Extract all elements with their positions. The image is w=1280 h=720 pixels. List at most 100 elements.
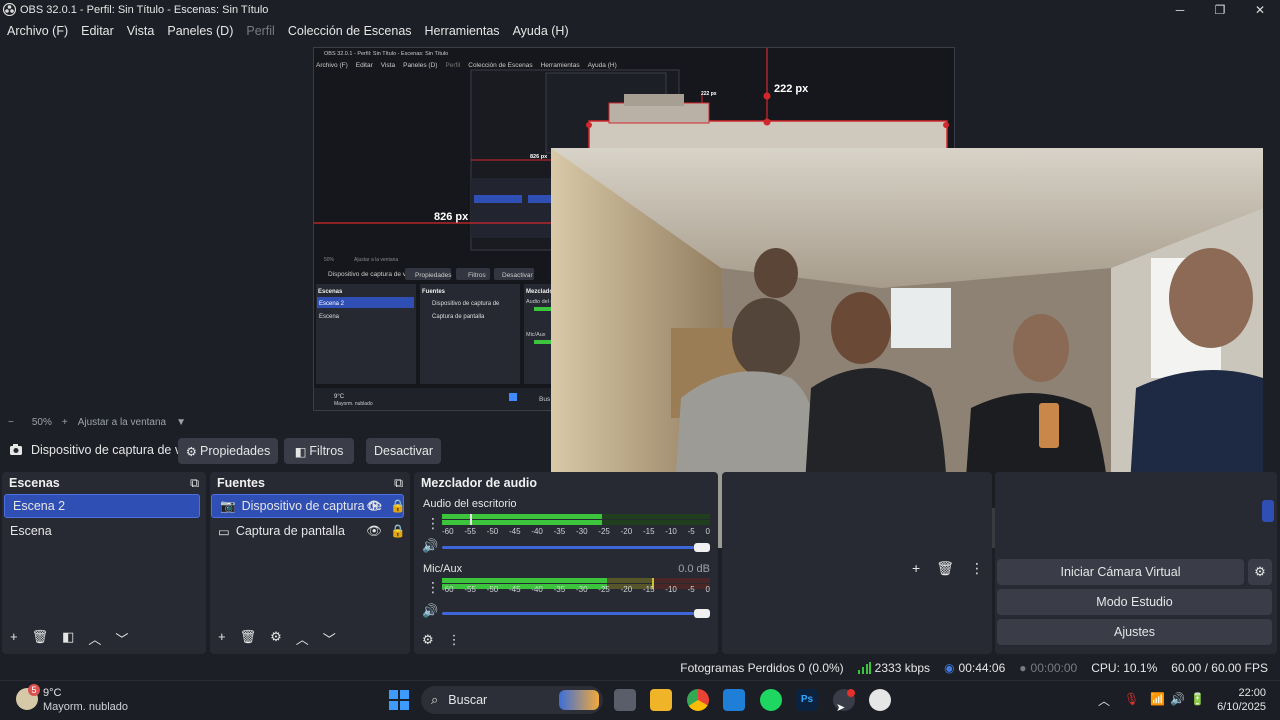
channel-mic-db: 0.0 dB	[678, 563, 710, 575]
undock-icon[interactable]: ⧉	[394, 476, 403, 491]
source-item-screen[interactable]: ▭ Captura de pantalla 👁 🔒	[210, 519, 410, 543]
battery-icon[interactable]: 🔋	[1190, 692, 1205, 706]
chevron-up-icon[interactable]: ︿	[1098, 692, 1110, 709]
sources-toolbar: + 🗑 ⚙ ︿ ﹀	[210, 629, 336, 648]
clock-time[interactable]: 22:00	[1230, 687, 1266, 699]
zoom-out-button[interactable]: −	[8, 417, 14, 428]
nested-props: Propiedades	[415, 272, 452, 279]
eye-icon[interactable]: 👁	[366, 499, 382, 514]
undock-icon[interactable]: ⧉	[190, 476, 199, 491]
audio-mixer-dock: Mezclador de audio Audio del escritorio …	[414, 472, 718, 654]
desktop-volume-knob[interactable]	[694, 543, 710, 552]
obs-icon[interactable]	[869, 689, 891, 711]
window-controls: ─ ❐ ✕	[1160, 0, 1280, 20]
nested-px-label-left: 826 px	[434, 211, 469, 223]
close-button[interactable]: ✕	[1240, 0, 1280, 20]
maximize-button[interactable]: ❐	[1200, 0, 1240, 20]
clock-date[interactable]: 6/10/2025	[1210, 701, 1266, 713]
mic-volume-slider[interactable]	[442, 612, 708, 615]
menu-vista[interactable]: Vista	[127, 24, 155, 38]
chrome-icon[interactable]	[687, 689, 709, 711]
nested-source-1: Dispositivo de captura de	[432, 301, 500, 307]
nested-px-label-top: 222 px	[774, 83, 809, 95]
add-icon[interactable]: +	[218, 629, 226, 648]
properties-button[interactable]: ⚙ Propiedades	[178, 438, 278, 464]
nested-fit: Ajustar a la ventana	[354, 257, 398, 263]
add-icon[interactable]: +	[912, 560, 920, 577]
virtual-camera-settings-gear-icon[interactable]: ⚙	[1248, 559, 1272, 585]
task-view-icon[interactable]	[614, 689, 636, 711]
gear-icon[interactable]: ⚙	[270, 629, 282, 648]
mixer-toolbar: ⚙ ⋮	[414, 632, 461, 648]
menu-coleccion-escenas[interactable]: Colección de Escenas	[288, 24, 412, 38]
zoom-in-button[interactable]: +	[62, 417, 68, 428]
mic-volume-knob[interactable]	[694, 609, 710, 618]
filter-icon[interactable]: ◧	[62, 629, 74, 648]
photoshop-icon[interactable]: Ps	[796, 689, 818, 711]
zoom-level: 50%	[31, 416, 52, 428]
nested-scenes-header: Escenas	[318, 289, 343, 295]
nested-filters: Filtros	[468, 272, 486, 279]
deactivate-button[interactable]: Desactivar	[366, 438, 441, 464]
kebab-icon[interactable]: ⋮	[426, 579, 440, 596]
menu-ayuda[interactable]: Ayuda (H)	[513, 24, 569, 38]
fit-window-select[interactable]: Ajustar a la ventana	[78, 417, 166, 428]
spotify-icon[interactable]	[760, 689, 782, 711]
recording-dot-icon	[847, 689, 855, 697]
file-explorer-icon[interactable]	[650, 689, 672, 711]
lock-icon[interactable]: 🔒	[390, 499, 406, 514]
trash-icon[interactable]: 🗑	[32, 629, 49, 648]
notification-badge: 5	[28, 684, 40, 696]
menu-perfil[interactable]: Perfil	[246, 24, 274, 38]
menu-bar: Archivo (F) Editar Vista Paneles (D) Per…	[0, 20, 1280, 42]
filter-icon: ◧	[294, 444, 307, 459]
kebab-icon[interactable]: ⋮	[426, 515, 440, 532]
kebab-icon[interactable]: ⋮	[448, 632, 461, 648]
eye-icon[interactable]: 👁	[366, 524, 382, 539]
gear-icon: ⚙	[185, 444, 197, 459]
chevron-down-icon[interactable]: ﹀	[115, 629, 128, 648]
windows-start-icon[interactable]	[389, 690, 409, 710]
minimize-button[interactable]: ─	[1160, 0, 1200, 20]
nested-mixer-2: Mic/Aux	[526, 332, 546, 338]
microphone-icon[interactable]: 🎙	[1124, 692, 1139, 706]
advanced-audio-gear-icon[interactable]: ⚙	[422, 632, 434, 648]
nested-px-label-small-top: 222 px	[701, 91, 717, 97]
dropped-frames: Fotogramas Perdidos 0 (0.0%)	[680, 661, 844, 675]
scene-item-escena-2[interactable]: Escena 2	[4, 494, 200, 518]
menu-editar[interactable]: Editar	[81, 24, 114, 38]
chevron-up-icon[interactable]: ︿	[88, 629, 101, 648]
studio-mode-button[interactable]: Modo Estudio	[997, 589, 1272, 615]
lock-icon[interactable]: 🔒	[390, 524, 406, 539]
scene-item-escena[interactable]: Escena	[2, 519, 206, 543]
speaker-icon[interactable]: 🔊	[422, 603, 438, 619]
desktop-meter-ticks: -60 -55 -50 -45 -40 -35 -30 -25 -20 -15 -10 -5 0	[442, 527, 710, 536]
start-streaming-button-edge[interactable]	[1262, 500, 1274, 522]
nested-scene-1: Escena 2	[319, 301, 345, 307]
filters-button[interactable]: ◧ Filtros	[284, 438, 354, 464]
menu-herramientas[interactable]: Herramientas	[425, 24, 500, 38]
menu-archivo[interactable]: Archivo (F)	[7, 24, 68, 38]
nested-search: Bus	[539, 396, 551, 403]
trash-icon[interactable]: 🗑	[240, 629, 257, 648]
kebab-icon[interactable]: ⋮	[970, 560, 984, 577]
menu-paneles[interactable]: Paneles (D)	[167, 24, 233, 38]
taskbar-search[interactable]: ⌕ Buscar	[421, 686, 603, 714]
filters-label: Filtros	[309, 444, 344, 458]
vscode-icon[interactable]	[723, 689, 745, 711]
chevron-down-icon[interactable]: ﹀	[323, 629, 336, 648]
settings-button[interactable]: Ajustes	[997, 619, 1272, 645]
volume-icon[interactable]: 🔊	[1170, 692, 1185, 706]
chevron-down-icon[interactable]: ▼	[176, 417, 186, 428]
trash-icon[interactable]: 🗑	[936, 560, 954, 577]
taskbar	[0, 680, 1280, 720]
source-item-camera[interactable]: 📷 Dispositivo de captura de 👁 🔒	[211, 494, 406, 518]
virtual-camera-button[interactable]: Iniciar Cámara Virtual	[997, 559, 1244, 585]
add-icon[interactable]: +	[10, 629, 18, 648]
camera-icon: 📷	[220, 498, 236, 513]
nested-weather-temp: 9°C	[334, 394, 345, 400]
chevron-up-icon[interactable]: ︿	[296, 629, 309, 648]
desktop-volume-slider[interactable]	[442, 546, 708, 549]
wifi-icon[interactable]: 📶	[1150, 692, 1165, 706]
speaker-icon[interactable]: 🔊	[422, 538, 438, 554]
